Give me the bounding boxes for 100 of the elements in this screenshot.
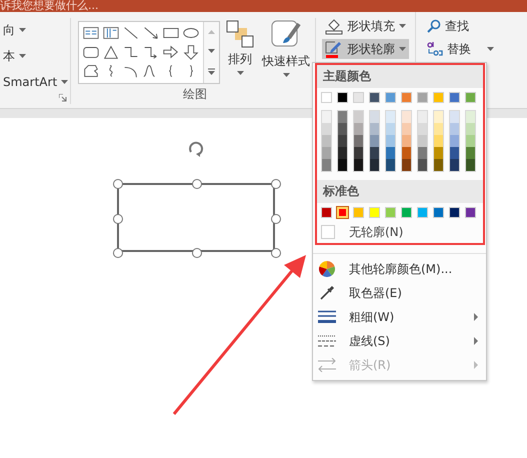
resize-handle[interactable] bbox=[271, 214, 281, 224]
color-swatch[interactable] bbox=[402, 147, 411, 159]
color-swatch[interactable] bbox=[354, 135, 363, 147]
color-swatch[interactable] bbox=[402, 135, 411, 147]
ribbon-dropdown[interactable]: 本 bbox=[0, 46, 70, 66]
resize-handle[interactable] bbox=[192, 179, 202, 189]
resize-handle[interactable] bbox=[113, 179, 123, 189]
color-swatch[interactable] bbox=[433, 207, 444, 218]
color-swatch[interactable] bbox=[401, 92, 412, 103]
color-swatch[interactable] bbox=[337, 207, 348, 218]
color-swatch[interactable] bbox=[353, 92, 364, 103]
color-swatch[interactable] bbox=[385, 207, 396, 218]
color-swatch[interactable] bbox=[322, 135, 331, 147]
color-swatch[interactable] bbox=[386, 123, 395, 135]
shape-icon[interactable] bbox=[182, 43, 200, 61]
resize-handle[interactable] bbox=[271, 248, 281, 258]
color-swatch[interactable] bbox=[354, 159, 363, 171]
color-swatch[interactable] bbox=[322, 111, 331, 123]
shape-fill-button[interactable]: 形状填充 bbox=[322, 16, 409, 36]
color-swatch[interactable] bbox=[354, 147, 363, 159]
color-swatch[interactable] bbox=[322, 147, 331, 159]
color-swatch[interactable] bbox=[338, 123, 347, 135]
color-swatch[interactable] bbox=[338, 135, 347, 147]
arrange-button[interactable]: 排列 bbox=[224, 18, 256, 86]
color-swatch[interactable] bbox=[353, 207, 364, 218]
color-swatch[interactable] bbox=[465, 207, 476, 218]
menu-item[interactable]: 粗细(W) bbox=[313, 305, 486, 329]
color-swatch[interactable] bbox=[322, 123, 331, 135]
color-swatch[interactable] bbox=[466, 111, 475, 123]
ribbon-dropdown[interactable]: SmartArt bbox=[0, 72, 70, 92]
color-swatch[interactable] bbox=[402, 123, 411, 135]
scroll-up-icon[interactable] bbox=[208, 30, 215, 34]
color-swatch[interactable] bbox=[370, 147, 379, 159]
color-swatch[interactable] bbox=[418, 123, 427, 135]
color-swatch[interactable] bbox=[466, 147, 475, 159]
color-swatch[interactable] bbox=[370, 159, 379, 171]
color-swatch[interactable] bbox=[433, 92, 444, 103]
shape-icon[interactable] bbox=[82, 24, 100, 42]
color-swatch[interactable] bbox=[418, 159, 427, 171]
color-swatch[interactable] bbox=[386, 147, 395, 159]
color-swatch[interactable] bbox=[386, 159, 395, 171]
color-swatch[interactable] bbox=[338, 111, 347, 123]
color-swatch[interactable] bbox=[322, 159, 331, 171]
color-swatch[interactable] bbox=[370, 111, 379, 123]
color-swatch[interactable] bbox=[369, 92, 380, 103]
color-swatch[interactable] bbox=[321, 207, 332, 218]
menu-item[interactable]: 取色器(E) bbox=[313, 281, 486, 305]
shape-icon[interactable] bbox=[162, 43, 180, 61]
color-swatch[interactable] bbox=[417, 207, 428, 218]
color-swatch[interactable] bbox=[354, 111, 363, 123]
more-icon[interactable] bbox=[208, 68, 215, 76]
menu-item[interactable]: 其他轮廓颜色(M)... bbox=[313, 257, 486, 281]
quick-styles-button[interactable]: 快速样式 bbox=[260, 18, 312, 86]
no-outline-item[interactable]: 无轮廓(N) bbox=[349, 224, 404, 240]
color-swatch[interactable] bbox=[401, 207, 412, 218]
shape-outline-button[interactable]: 形状轮廓 bbox=[322, 39, 409, 59]
resize-handle[interactable] bbox=[113, 248, 123, 258]
rotate-handle-icon[interactable] bbox=[187, 140, 205, 158]
dialog-launcher-icon[interactable] bbox=[59, 94, 67, 102]
color-swatch[interactable] bbox=[418, 135, 427, 147]
color-swatch[interactable] bbox=[434, 135, 443, 147]
find-button[interactable]: 查找 bbox=[424, 16, 497, 36]
color-swatch[interactable] bbox=[434, 147, 443, 159]
color-swatch[interactable] bbox=[450, 123, 459, 135]
color-swatch[interactable] bbox=[450, 147, 459, 159]
ribbon-dropdown[interactable]: 向 bbox=[0, 20, 70, 40]
color-swatch[interactable] bbox=[449, 92, 460, 103]
color-swatch[interactable] bbox=[338, 147, 347, 159]
color-swatch[interactable] bbox=[466, 159, 475, 171]
resize-handle[interactable] bbox=[113, 214, 123, 224]
color-swatch[interactable] bbox=[402, 159, 411, 171]
color-swatch[interactable] bbox=[337, 92, 348, 103]
color-swatch[interactable] bbox=[386, 135, 395, 147]
color-swatch[interactable] bbox=[386, 111, 395, 123]
color-swatch[interactable] bbox=[434, 123, 443, 135]
color-swatch[interactable] bbox=[418, 147, 427, 159]
color-swatch[interactable] bbox=[369, 207, 380, 218]
color-swatch[interactable] bbox=[354, 123, 363, 135]
color-swatch[interactable] bbox=[450, 135, 459, 147]
color-swatch[interactable] bbox=[450, 159, 459, 171]
color-swatch[interactable] bbox=[370, 135, 379, 147]
color-swatch[interactable] bbox=[402, 111, 411, 123]
color-swatch[interactable] bbox=[465, 92, 476, 103]
color-swatch[interactable] bbox=[466, 123, 475, 135]
shape-icon[interactable] bbox=[102, 24, 120, 42]
color-swatch[interactable] bbox=[466, 135, 475, 147]
replace-button[interactable]: 替换 bbox=[424, 39, 497, 59]
resize-handle[interactable] bbox=[271, 179, 281, 189]
search-hint-text[interactable]: 诉我您想要做什么... bbox=[0, 0, 98, 12]
color-swatch[interactable] bbox=[370, 123, 379, 135]
color-swatch[interactable] bbox=[450, 111, 459, 123]
color-swatch[interactable] bbox=[449, 207, 460, 218]
color-swatch[interactable] bbox=[338, 159, 347, 171]
color-swatch[interactable] bbox=[434, 159, 443, 171]
shape-icon[interactable] bbox=[82, 62, 100, 80]
menu-item[interactable]: 虚线(S) bbox=[313, 329, 486, 353]
color-swatch[interactable] bbox=[434, 111, 443, 123]
color-swatch[interactable] bbox=[385, 92, 396, 103]
resize-handle[interactable] bbox=[192, 248, 202, 258]
shape-icon[interactable] bbox=[102, 43, 120, 61]
